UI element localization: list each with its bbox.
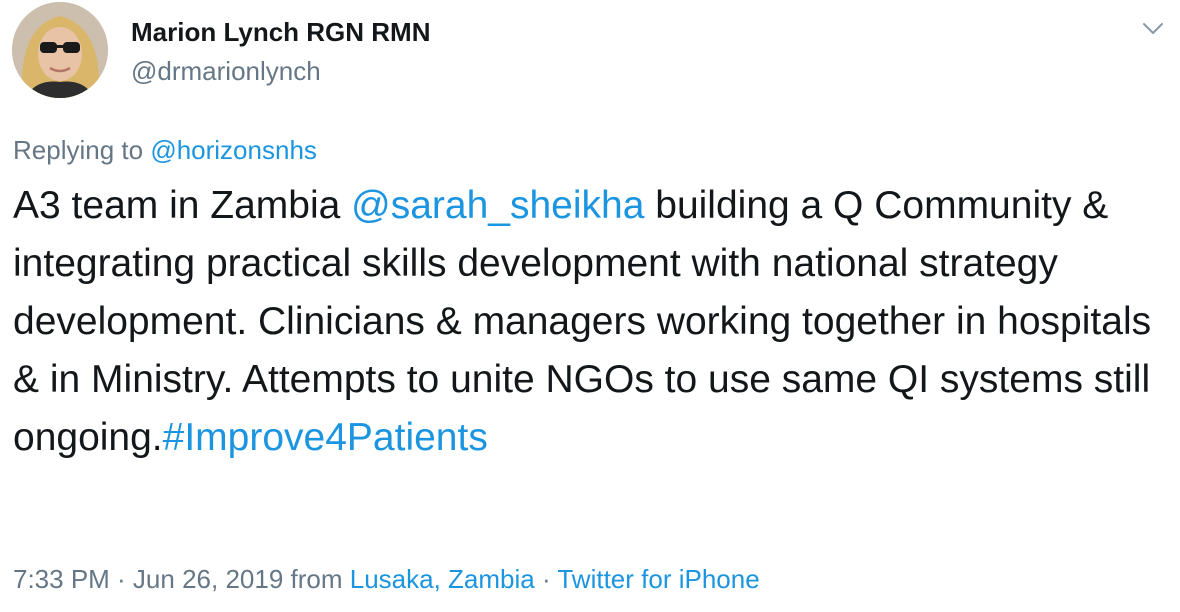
replying-to: Replying to @horizonsnhs — [13, 134, 317, 166]
reply-target-link[interactable]: @horizonsnhs — [150, 135, 317, 165]
tweet-card: Marion Lynch RGN RMN @drmarionlynch Repl… — [0, 0, 1180, 612]
location-link[interactable]: Lusaka, Zambia — [350, 564, 535, 594]
author-handle[interactable]: @drmarionlynch — [131, 55, 430, 87]
source-link[interactable]: Twitter for iPhone — [557, 564, 759, 594]
tweet-text: A3 team in Zambia @sarah_sheikha buildin… — [13, 177, 1163, 467]
avatar[interactable] — [12, 2, 108, 98]
timestamp[interactable]: 7:33 PM · Jun 26, 2019 from — [13, 564, 350, 594]
hashtag-link[interactable]: #Improve4Patients — [163, 416, 488, 459]
chevron-down-icon[interactable] — [1138, 14, 1168, 44]
tweet-text-part: A3 team in Zambia — [13, 184, 352, 227]
author-display-name[interactable]: Marion Lynch RGN RMN — [131, 16, 430, 48]
meta-separator: · — [534, 564, 558, 594]
mention-link[interactable]: @sarah_sheikha — [351, 184, 644, 227]
tweet-metadata: 7:33 PM · Jun 26, 2019 from Lusaka, Zamb… — [13, 563, 760, 595]
replying-to-label: Replying to — [13, 135, 151, 165]
author-info: Marion Lynch RGN RMN @drmarionlynch — [131, 16, 430, 87]
